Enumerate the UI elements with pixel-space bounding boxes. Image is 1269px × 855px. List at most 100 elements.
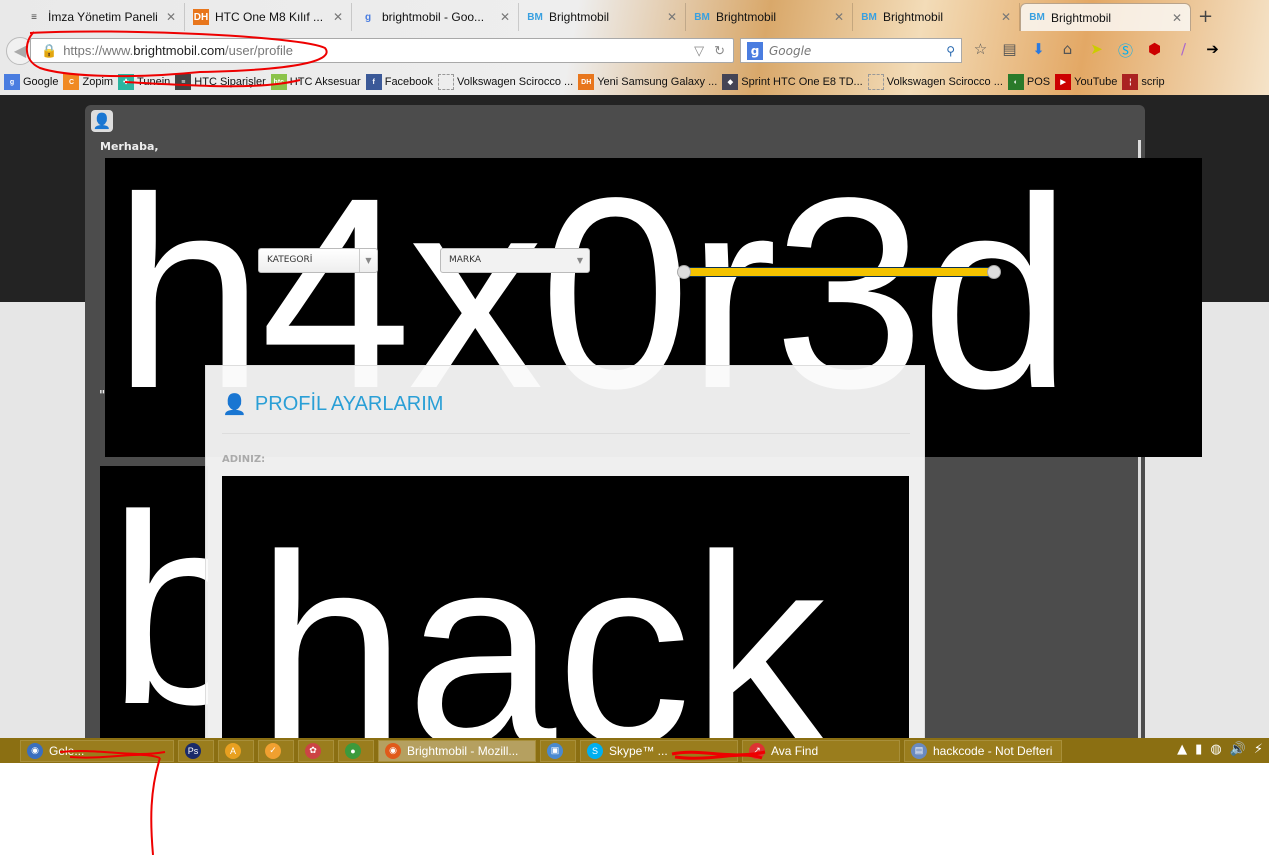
- app-icon: A: [225, 742, 241, 759]
- bookmark-favicon-icon: htc: [270, 74, 287, 90]
- tab-favicon-icon: g: [364, 11, 372, 23]
- bookmark-item[interactable]: Volkswagen Scirocco ...: [867, 74, 1003, 90]
- browser-chrome: ≡ İmza Yönetim Paneli ✕ DH HTC One M8 Kılıf …: [0, 0, 1269, 95]
- slider-handle-max[interactable]: [987, 265, 1001, 279]
- app-icon: ↗: [749, 742, 765, 759]
- tab[interactable]: BM Brightmobil ✕: [519, 3, 686, 31]
- url-bar[interactable]: 🔒 https://www.brightmobil.com/user/profi…: [30, 38, 734, 63]
- taskbar-item[interactable]: ▣: [540, 739, 576, 762]
- name-field[interactable]: hack: [222, 476, 909, 738]
- taskbar-item[interactable]: A: [218, 739, 254, 762]
- app-icon: Ps: [185, 742, 201, 759]
- bookmark-favicon-icon: ≡: [175, 74, 192, 90]
- taskbar-item[interactable]: ▤ hackcode - Not Defteri: [904, 739, 1062, 762]
- tab[interactable]: g brightmobil - Goo... ✕: [352, 3, 519, 31]
- tray-icon[interactable]: 🔊: [1230, 742, 1246, 757]
- close-tab-icon[interactable]: ✕: [834, 10, 844, 24]
- taskbar-item[interactable]: Ps: [178, 739, 214, 762]
- taskbar-item[interactable]: S Skype™ ...: [580, 739, 738, 762]
- price-range-slider[interactable]: [677, 265, 1001, 279]
- close-tab-icon[interactable]: ✕: [667, 10, 677, 24]
- bookmark-favicon-icon: ▶: [1055, 74, 1072, 90]
- bookmark-item[interactable]: ◆ Sprint HTC One E8 TD...: [722, 74, 863, 90]
- bookmark-item[interactable]: g Google: [4, 74, 58, 90]
- app-icon: ◉: [27, 742, 43, 759]
- taskbar-item[interactable]: ●: [338, 739, 374, 762]
- taskbar-item[interactable]: ◉ Gele...: [20, 739, 174, 762]
- tab[interactable]: BM Brightmobil ✕: [686, 3, 853, 31]
- brand-select[interactable]: MARKA ▼: [440, 248, 590, 273]
- taskbar-item[interactable]: ↗ Ava Find: [742, 739, 900, 762]
- close-tab-icon[interactable]: ✕: [1001, 10, 1011, 24]
- close-tab-icon[interactable]: ✕: [500, 10, 510, 24]
- bookmark-item[interactable]: C Zopim: [63, 74, 113, 90]
- bookmark-star-icon[interactable]: ☆: [972, 40, 989, 61]
- bookmark-label: HTC Siparişler: [194, 76, 266, 88]
- bookmark-item[interactable]: ◐ POS: [1007, 74, 1051, 90]
- tray-icon[interactable]: ⚡: [1254, 742, 1263, 757]
- clipboard-icon[interactable]: ▤: [1001, 40, 1018, 61]
- avatar[interactable]: 👤: [91, 110, 113, 132]
- tray-icon[interactable]: ◍: [1210, 742, 1221, 757]
- bookmark-favicon-icon: [438, 74, 455, 90]
- close-tab-icon[interactable]: ✕: [166, 10, 176, 24]
- cursor-icon[interactable]: ➤: [1088, 40, 1105, 61]
- bookmark-label: Google: [23, 76, 59, 88]
- chevron-down-icon: ▼: [359, 249, 377, 272]
- tray-icon[interactable]: ▲: [1177, 742, 1187, 757]
- dropdown-icon[interactable]: ▽: [694, 43, 704, 59]
- adblock-icon[interactable]: ⬢: [1146, 40, 1163, 61]
- download-icon[interactable]: ⬇: [1030, 40, 1047, 61]
- app-icon: ●: [345, 742, 361, 759]
- taskbar-item[interactable]: ✿: [298, 739, 334, 762]
- bookmark-favicon-icon: g: [4, 74, 20, 90]
- forward-circle-icon[interactable]: ➔: [1204, 40, 1221, 61]
- bookmark-item[interactable]: Volkswagen Scirocco ...: [438, 74, 573, 90]
- close-tab-icon[interactable]: ✕: [333, 10, 343, 24]
- bookmark-label: Tunein: [137, 76, 171, 88]
- app-icon: ▤: [911, 742, 927, 759]
- slider-handle-min[interactable]: [677, 265, 691, 279]
- new-tab-button[interactable]: +: [1198, 6, 1213, 27]
- bookmark-label: Facebook: [384, 76, 434, 88]
- bookmark-label: Volkswagen Scirocco ...: [886, 76, 1003, 88]
- bookmark-favicon-icon: f: [365, 74, 382, 90]
- skype-icon[interactable]: Ⓢ: [1117, 40, 1134, 61]
- tab[interactable]: ≡ İmza Yönetim Paneli ✕: [18, 3, 185, 31]
- deface-side-box: b: [100, 466, 208, 738]
- bookmark-label: HTC Aksesuar: [289, 76, 361, 88]
- bookmark-item[interactable]: f Facebook: [365, 74, 434, 90]
- lock-icon: 🔒: [41, 42, 58, 58]
- close-tab-icon[interactable]: ✕: [1172, 11, 1182, 25]
- tray-icon[interactable]: ▮: [1195, 742, 1202, 757]
- category-select[interactable]: KATEGORİ ▼: [258, 248, 378, 273]
- reload-icon[interactable]: ↻: [714, 43, 725, 59]
- profile-settings-panel: 👤PROFİL AYARLARIM ADINIZ: ✎ hack: [205, 365, 925, 738]
- system-tray: ▲ ▮ ◍ 🔊 ⚡: [1177, 742, 1263, 757]
- taskbar-label: Gele...: [49, 743, 85, 758]
- bookmark-item[interactable]: ▶ YouTube: [1055, 74, 1117, 90]
- bookmark-item[interactable]: ≡ HTC Siparişler: [175, 74, 266, 90]
- web-page: 👤 Merhaba, " h4x0r3d KATEGORİ ▼ MARKA ▼ b …: [0, 95, 1269, 738]
- tab[interactable]: DH HTC One M8 Kılıf ... ✕: [185, 3, 352, 31]
- taskbar-label: Skype™ ...: [609, 743, 668, 758]
- tab[interactable]: BM Brightmobil ✕: [853, 3, 1020, 31]
- bookmark-item[interactable]: DH Yeni Samsung Galaxy ...: [578, 74, 717, 90]
- bookmark-item[interactable]: ¦ scrip: [1122, 74, 1165, 90]
- bookmark-label: scrip: [1141, 76, 1165, 88]
- tab[interactable]: BM Brightmobil ✕: [1020, 3, 1191, 31]
- tab-label: Brightmobil: [549, 10, 610, 24]
- bookmark-favicon-icon: ✚: [118, 74, 135, 90]
- feather-icon[interactable]: ∕: [1175, 40, 1192, 61]
- bookmark-item[interactable]: ✚ Tunein: [118, 74, 170, 90]
- bookmark-label: POS: [1026, 76, 1051, 88]
- bookmark-item[interactable]: htc HTC Aksesuar: [270, 74, 361, 90]
- search-icon[interactable]: ⚲: [946, 44, 955, 58]
- search-bar[interactable]: g Google ⚲: [740, 38, 962, 63]
- home-icon[interactable]: ⌂: [1059, 40, 1076, 61]
- taskbar-item[interactable]: ◉ Brightmobil - Mozill...: [378, 739, 536, 762]
- taskbar-item[interactable]: ✓: [258, 739, 294, 762]
- bookmark-label: Yeni Samsung Galaxy ...: [597, 76, 718, 88]
- taskbar-label: Ava Find: [771, 743, 819, 758]
- google-icon[interactable]: g: [747, 41, 763, 60]
